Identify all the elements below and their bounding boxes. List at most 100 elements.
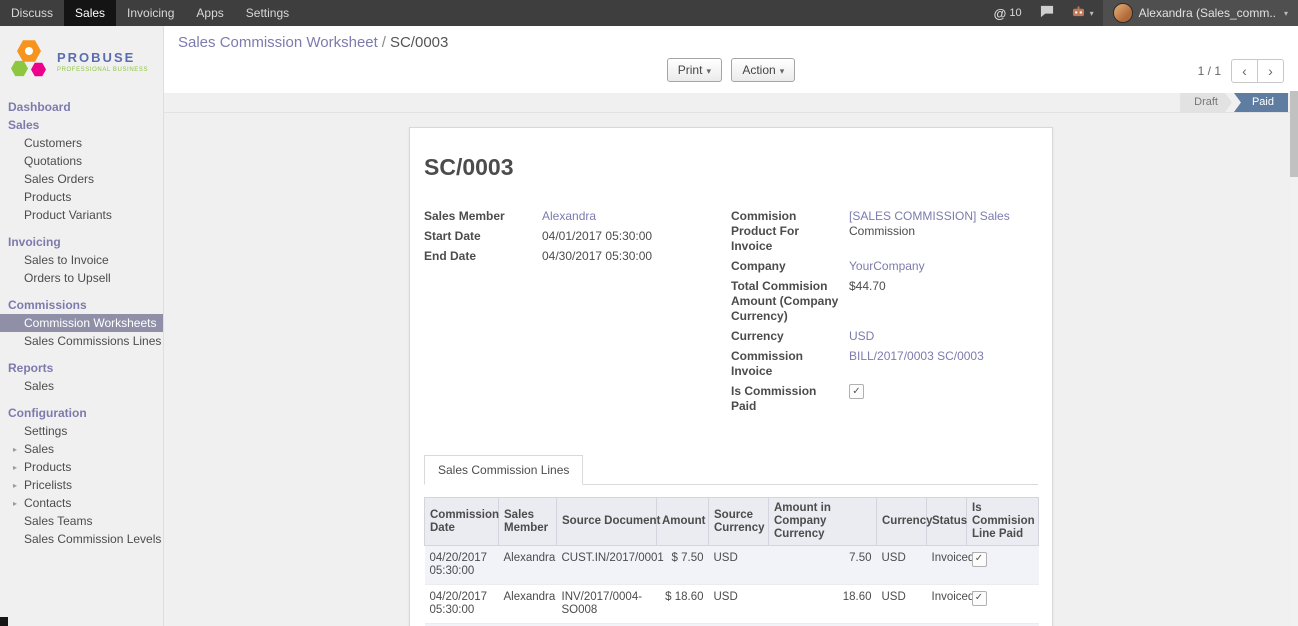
top-navbar: Discuss Sales Invoicing Apps Settings @ … (0, 0, 1298, 26)
column-header-status[interactable]: Status (927, 498, 967, 546)
sidebar-item-config-products[interactable]: ▸Products (0, 458, 163, 476)
pager-next-button[interactable]: › (1257, 59, 1284, 83)
cell-line-paid: ✓ (967, 585, 1039, 624)
sidebar-item-sales-teams[interactable]: Sales Teams (0, 512, 163, 530)
cell-status: Invoiced (927, 546, 967, 585)
sidebar-item-customers[interactable]: Customers (0, 134, 163, 152)
sidebar-item-product-variants[interactable]: Product Variants (0, 206, 163, 224)
line-paid-checkbox[interactable]: ✓ (972, 591, 987, 606)
sidebar-item-products[interactable]: Products (0, 188, 163, 206)
sidebar-heading-reports[interactable]: Reports (0, 359, 163, 377)
cell-status: Invoiced (927, 585, 967, 624)
column-header-source-document[interactable]: Source Document (557, 498, 657, 546)
top-menu-invoicing[interactable]: Invoicing (116, 0, 185, 26)
sidebar-heading-sales[interactable]: Sales (0, 116, 163, 134)
table-row[interactable]: 04/20/2017 05:30:00 Alexandra CUST.IN/20… (425, 546, 1039, 585)
sidebar: PROBUSE PROFESSIONAL BUSINESS Dashboard … (0, 26, 164, 626)
field-value-commission-invoice[interactable]: BILL/2017/0003 SC/0003 (849, 349, 984, 363)
column-header-is-commission-line-paid[interactable]: Is Commision Line Paid (967, 498, 1039, 546)
field-value-total-commission: $44.70 (849, 279, 886, 324)
field-value-commission-product-link[interactable]: [SALES COMMISSION] Sales (849, 209, 1010, 223)
column-header-amount[interactable]: Amount (657, 498, 709, 546)
field-label-company: Company (731, 259, 849, 274)
sidebar-heading-dashboard[interactable]: Dashboard (0, 98, 163, 116)
column-header-source-currency[interactable]: Source Currency (709, 498, 769, 546)
breadcrumb-parent-link[interactable]: Sales Commission Worksheet (178, 34, 378, 51)
triangle-right-icon: ▸ (13, 497, 17, 511)
top-menu-discuss[interactable]: Discuss (0, 0, 64, 26)
triangle-right-icon: ▸ (13, 443, 17, 457)
sidebar-item-contacts[interactable]: ▸ Contacts (0, 494, 163, 512)
debug-icon (1072, 6, 1085, 21)
sidebar-item-quotations[interactable]: Quotations (0, 152, 163, 170)
sidebar-item-label: Sales (24, 442, 54, 456)
messages-menu[interactable]: @ 10 (985, 0, 1031, 26)
debug-menu[interactable]: ▾ (1063, 0, 1103, 26)
sidebar-item-sales-orders[interactable]: Sales Orders (0, 170, 163, 188)
status-draft[interactable]: Draft (1180, 93, 1232, 112)
table-row[interactable]: 04/20/2017 05:30:00 Alexandra INV/2017/0… (425, 585, 1039, 624)
sidebar-item-label: Contacts (24, 496, 71, 510)
cell-line-paid: ✓ (967, 546, 1039, 585)
chat-menu[interactable] (1031, 0, 1063, 26)
is-commission-paid-checkbox[interactable]: ✓ (849, 384, 864, 399)
statusbar: Draft Paid (164, 93, 1298, 113)
field-value-sales-member[interactable]: Alexandra (542, 209, 596, 223)
field-label-commission-invoice: Commission Invoice (731, 349, 849, 379)
cell-source-currency: USD (709, 585, 769, 624)
column-header-commission-date[interactable]: Commission Date (425, 498, 499, 546)
top-menu-sales[interactable]: Sales (64, 0, 116, 26)
sidebar-item-reports-sales[interactable]: Sales (0, 377, 163, 395)
sidebar-heading-commissions[interactable]: Commissions (0, 296, 163, 314)
breadcrumb-current: SC/0003 (390, 34, 448, 51)
sidebar-heading-configuration[interactable]: Configuration (0, 404, 163, 422)
topbar-right: @ 10 ▾ Alexandra (Sales_comm.. ▾ (985, 0, 1298, 26)
notebook-tabs: Sales Commission Lines (424, 455, 1038, 485)
sidebar-item-sales-to-invoice[interactable]: Sales to Invoice (0, 251, 163, 269)
column-header-amount-company-currency[interactable]: Amount in Company Currency (769, 498, 877, 546)
logo-title: PROBUSE (57, 50, 148, 65)
top-menu-settings[interactable]: Settings (235, 0, 300, 26)
tab-sales-commission-lines[interactable]: Sales Commission Lines (424, 455, 583, 485)
field-value-company[interactable]: YourCompany (849, 259, 925, 273)
check-icon: ✓ (975, 553, 983, 564)
sidebar-item-sales-commission-levels[interactable]: Sales Commission Levels (0, 530, 163, 548)
print-button[interactable]: Print▾ (667, 58, 722, 82)
caret-down-icon: ▾ (706, 66, 711, 76)
caret-down-icon: ▾ (780, 66, 785, 76)
sidebar-item-orders-to-upsell[interactable]: Orders to Upsell (0, 269, 163, 287)
field-label-total-commission: Total Commision Amount (Company Currency… (731, 279, 849, 324)
scrollbar-thumb[interactable] (1290, 91, 1298, 177)
pager-previous-button[interactable]: ‹ (1231, 59, 1258, 83)
caret-down-icon: ▾ (1284, 9, 1288, 18)
top-menu-apps[interactable]: Apps (185, 0, 234, 26)
logo-subtitle: PROFESSIONAL BUSINESS (57, 67, 148, 73)
sidebar-item-commission-worksheets[interactable]: Commission Worksheets (0, 314, 163, 332)
record-title: SC/0003 (424, 154, 1038, 181)
sidebar-item-config-sales[interactable]: ▸ Sales (0, 440, 163, 458)
user-menu[interactable]: Alexandra (Sales_comm.. ▾ (1103, 0, 1298, 26)
sidebar-item-pricelists[interactable]: ▸Pricelists (0, 476, 163, 494)
field-label-commission-product: Commision Product For Invoice (731, 209, 849, 254)
sidebar-heading-invoicing[interactable]: Invoicing (0, 233, 163, 251)
column-header-sales-member[interactable]: Sales Member (499, 498, 557, 546)
caret-down-icon: ▾ (1090, 9, 1094, 18)
field-value-commission-product-rest: Commission (849, 224, 915, 238)
cell-company-amount: 18.60 (769, 585, 877, 624)
at-icon: @ (994, 6, 1007, 21)
action-button-label: Action (742, 63, 775, 77)
action-button[interactable]: Action ▾ (731, 58, 795, 82)
line-paid-checkbox[interactable]: ✓ (972, 552, 987, 567)
cell-amount: $ 18.60 (657, 585, 709, 624)
vertical-scrollbar[interactable] (1290, 91, 1298, 626)
messages-count: 10 (1009, 7, 1021, 19)
field-value-currency[interactable]: USD (849, 329, 874, 343)
cell-amount: $ 7.50 (657, 546, 709, 585)
column-header-currency[interactable]: Currency (877, 498, 927, 546)
sidebar-item-sales-commissions-lines[interactable]: Sales Commissions Lines (0, 332, 163, 350)
cell-sales-member: Alexandra (499, 546, 557, 585)
breadcrumb-separator: / (382, 34, 386, 51)
cell-source-document: CUST.IN/2017/0001 (557, 546, 657, 585)
status-paid[interactable]: Paid (1234, 93, 1288, 112)
sidebar-item-settings[interactable]: Settings (0, 422, 163, 440)
